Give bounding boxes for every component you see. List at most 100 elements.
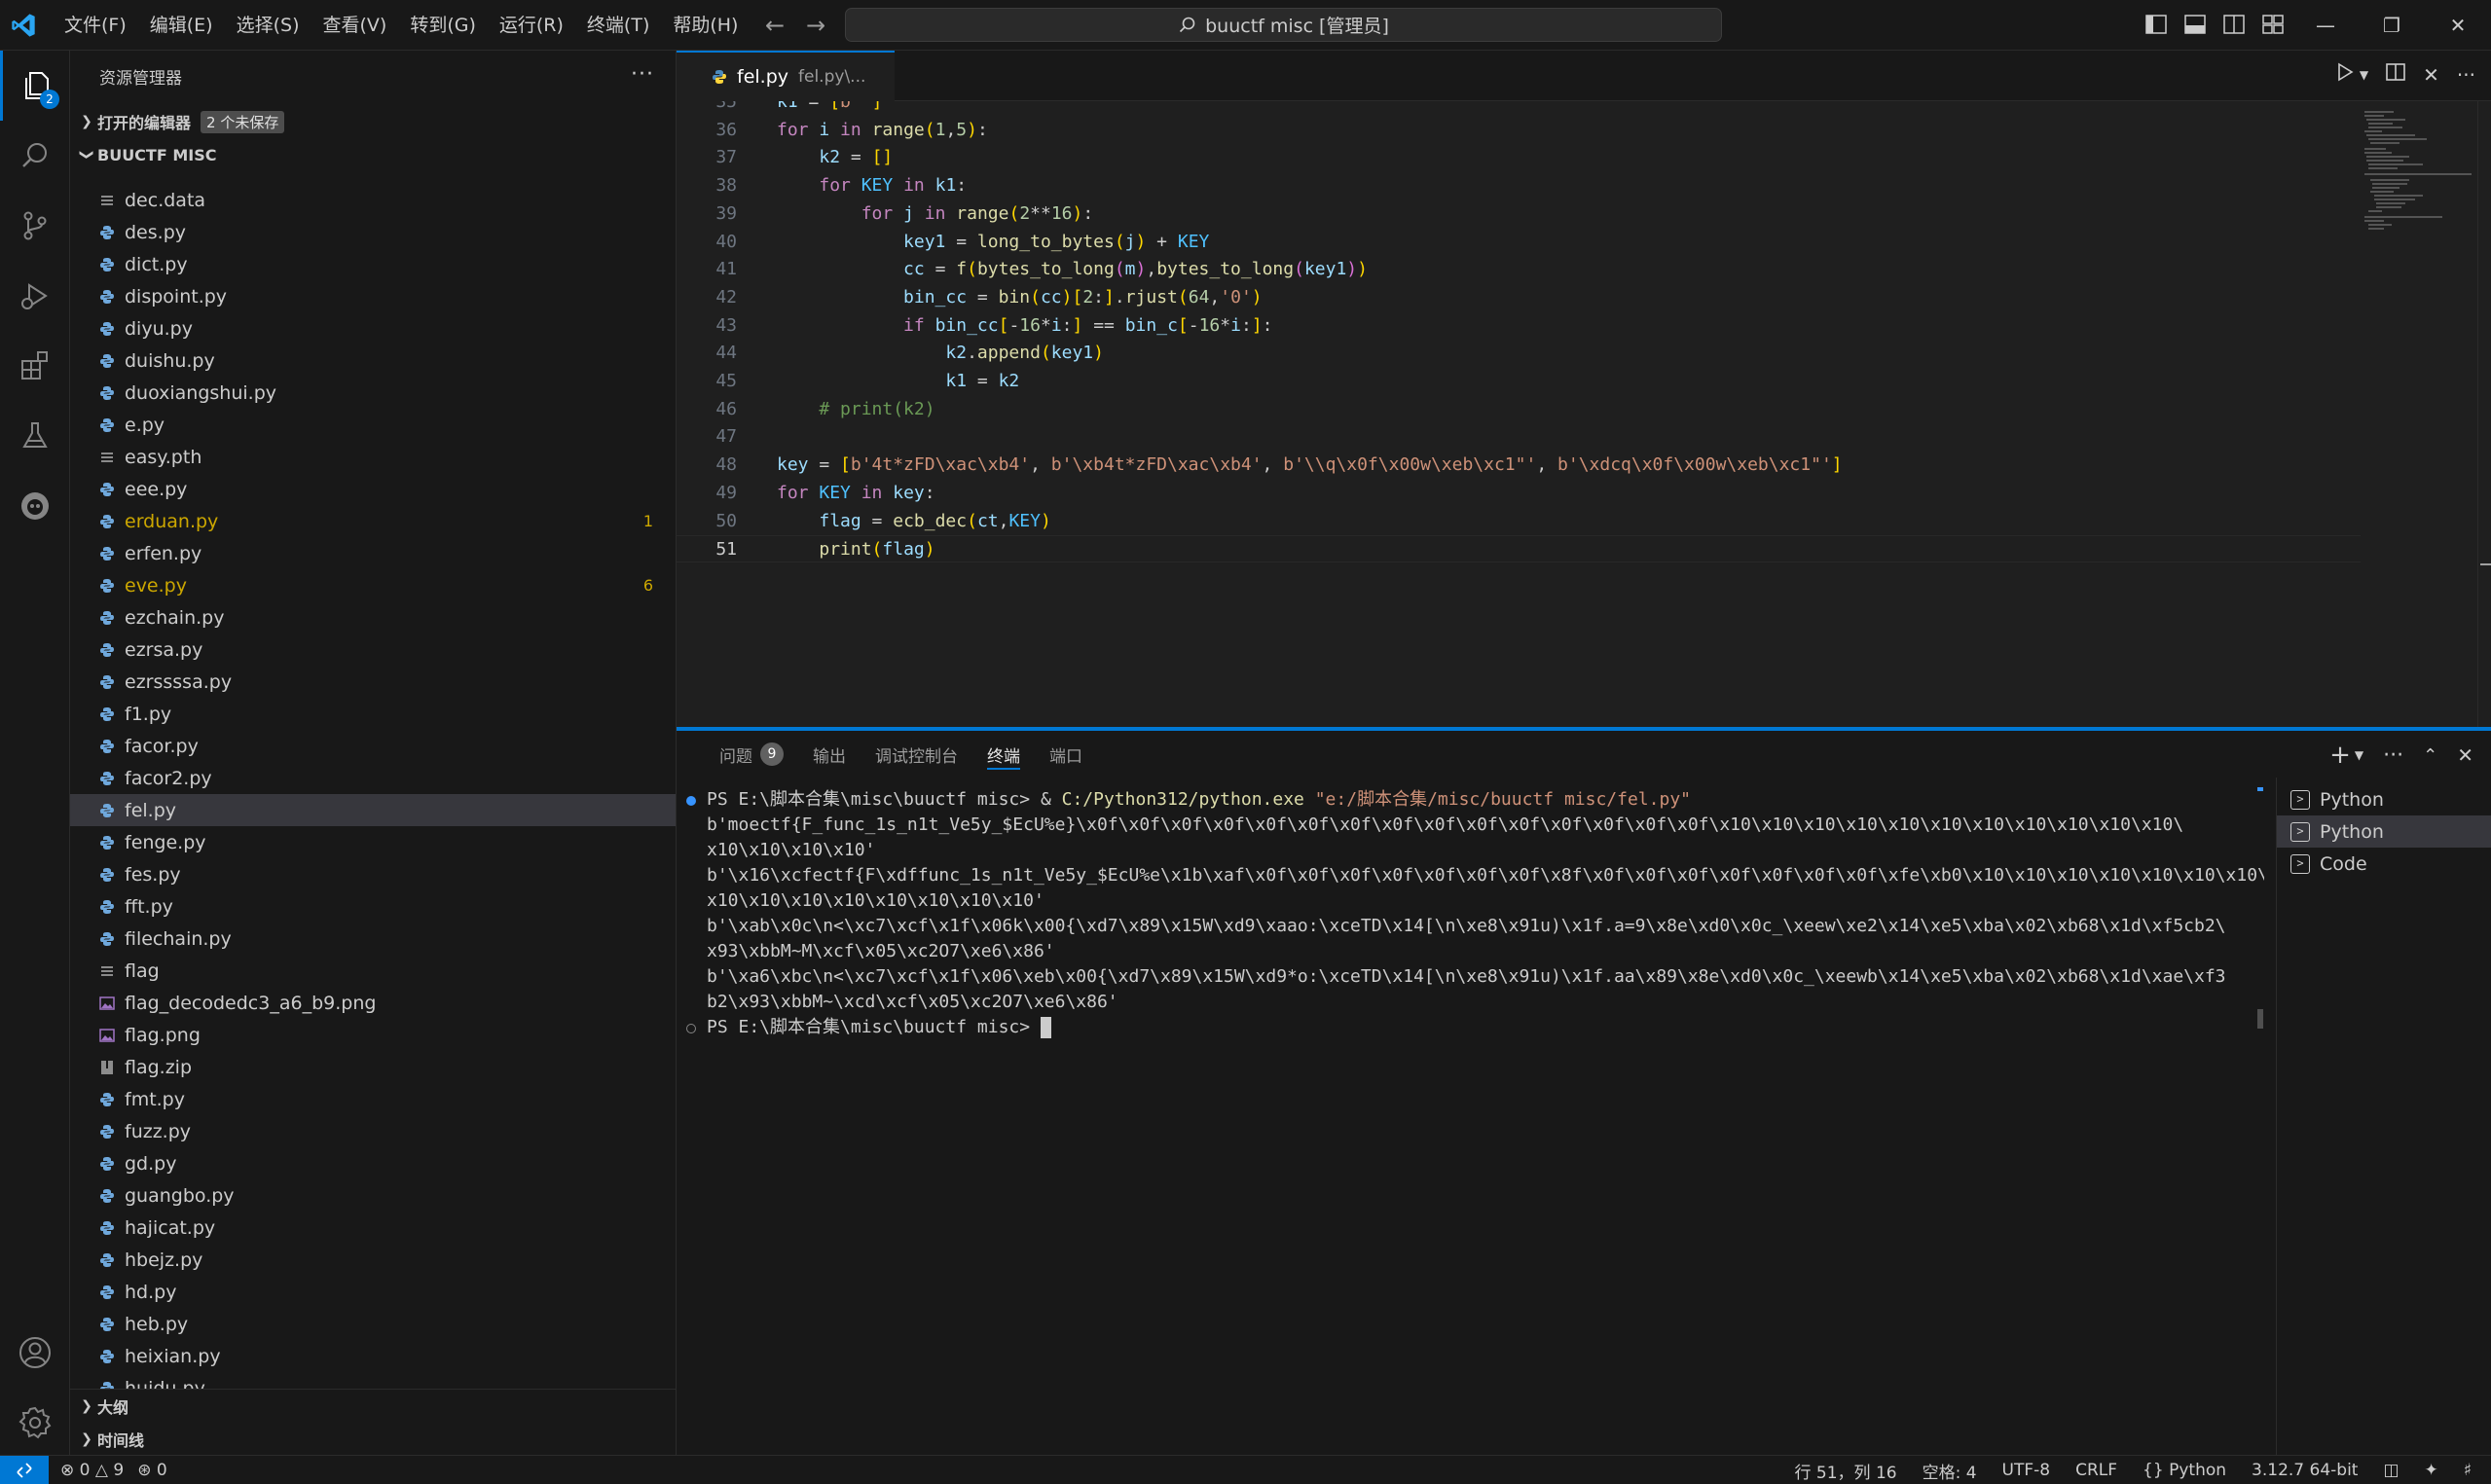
file-tree-item[interactable]: fmt.py (70, 1083, 676, 1115)
run-debug-icon[interactable] (0, 261, 70, 331)
search-icon[interactable] (0, 121, 70, 191)
file-tree-item[interactable]: gd.py (70, 1147, 676, 1179)
file-tree-item[interactable]: ezrsa.py (70, 633, 676, 666)
toggle-primary-sidebar-icon[interactable] (2142, 10, 2171, 39)
file-tree-item[interactable]: fel.py (70, 794, 676, 826)
menu-run[interactable]: 运行(R) (488, 9, 575, 42)
folder-section[interactable]: ❯ BUUCTF MISC (70, 138, 676, 171)
file-tree-item[interactable]: fuzz.py (70, 1115, 676, 1147)
file-tree-item[interactable]: erduan.py 1 (70, 505, 676, 537)
toggle-panel-icon[interactable] (2180, 10, 2210, 39)
open-editors-section[interactable]: ❯ 打开的编辑器 2 个未保存 (70, 105, 676, 138)
file-tree-item[interactable]: fes.py (70, 858, 676, 890)
language-mode[interactable]: {} Python (2143, 1461, 2226, 1480)
file-tree-item[interactable]: dec.data (70, 192, 676, 216)
menu-terminal[interactable]: 终端(T) (575, 9, 661, 42)
file-tree-item[interactable]: guangbo.py (70, 1179, 676, 1212)
file-icon[interactable]: ◫ (2383, 1461, 2399, 1480)
code-editor[interactable]: 35 k1 = [b''] 36 for i in range(1,5): 37 k2 … (677, 101, 2491, 727)
remote-explorer-icon[interactable] (0, 471, 70, 541)
file-tree-item[interactable]: dict.py (70, 248, 676, 280)
back-arrow-icon[interactable]: ← (759, 10, 790, 41)
toggle-secondary-sidebar-icon[interactable] (2219, 10, 2249, 39)
file-tree-item[interactable]: eee.py (70, 473, 676, 505)
file-tree-item[interactable]: easy.pth (70, 441, 676, 473)
command-success-dot-icon[interactable] (686, 796, 696, 806)
run-python-icon[interactable] (2336, 62, 2354, 87)
split-editor-icon[interactable] (2386, 62, 2405, 87)
file-tree-item[interactable]: erfen.py (70, 537, 676, 569)
remote-indicator-icon[interactable] (0, 1456, 49, 1484)
close-editor-icon[interactable]: ✕ (2423, 63, 2439, 87)
problems-status[interactable]: ⊗ 0 △ 9 (60, 1461, 124, 1480)
minimize-icon[interactable]: — (2292, 0, 2359, 51)
file-tree-item[interactable]: diyu.py (70, 312, 676, 344)
file-tree-item[interactable]: duishu.py (70, 344, 676, 377)
command-pending-dot-icon[interactable] (686, 1024, 696, 1033)
menu-view[interactable]: 查看(V) (311, 9, 399, 42)
account-icon[interactable] (0, 1318, 70, 1388)
terminal[interactable]: PS E:\脚本合集\misc\buuctf misc> & C:/Python… (677, 787, 2268, 1449)
menu-help[interactable]: 帮助(H) (661, 9, 750, 42)
settings-gear-icon[interactable] (0, 1388, 70, 1458)
menu-selection[interactable]: 选择(S) (225, 9, 311, 42)
file-tree-item[interactable]: duoxiangshui.py (70, 377, 676, 409)
timeline-section[interactable]: ❯ 时间线 (70, 1423, 676, 1455)
file-tree-item[interactable]: flag_decodedc3_a6_b9.png (70, 987, 676, 1019)
tab-problems[interactable]: 问题 9 (706, 731, 797, 778)
file-tree-item[interactable]: facor.py (70, 730, 676, 762)
tab-terminal[interactable]: 终端 (973, 731, 1034, 778)
file-tree-item[interactable]: des.py (70, 216, 676, 248)
terminal-instance-python-active[interactable]: > Python (2277, 815, 2491, 848)
file-tree-item[interactable]: heixian.py (70, 1340, 676, 1372)
terminal-instance-code[interactable]: > Code (2277, 848, 2491, 880)
notifications-bell-icon[interactable]: ♯ (2464, 1461, 2472, 1480)
tab-fel-py[interactable]: fel.py fel.py\... (677, 51, 896, 101)
testing-flask-icon[interactable] (0, 401, 70, 471)
file-tree-item[interactable]: flag.png (70, 1019, 676, 1051)
more-actions-icon[interactable]: ··· (2383, 743, 2403, 768)
indentation[interactable]: 空格: 4 (1923, 1459, 1977, 1483)
close-panel-icon[interactable]: ✕ (2457, 743, 2473, 767)
command-center-search[interactable]: buuctf misc [管理员] (845, 8, 1722, 42)
file-tree-item[interactable]: hajicat.py (70, 1212, 676, 1244)
file-tree-item[interactable]: flag (70, 955, 676, 987)
source-control-icon[interactable] (0, 191, 70, 261)
file-tree-item[interactable]: eve.py 6 (70, 569, 676, 601)
close-icon[interactable]: ✕ (2425, 0, 2491, 51)
file-tree-item[interactable]: fft.py (70, 890, 676, 923)
file-tree-item[interactable]: ezchain.py (70, 601, 676, 633)
file-tree-item[interactable]: ezrssssa.py (70, 666, 676, 698)
outline-section[interactable]: ❯ 大纲 (70, 1390, 676, 1423)
minimap[interactable] (2361, 101, 2477, 727)
more-actions-icon[interactable]: ··· (631, 62, 654, 87)
cursor-position[interactable]: 行 51，列 16 (1795, 1459, 1897, 1483)
more-actions-icon[interactable]: ··· (2457, 63, 2475, 87)
forward-arrow-icon[interactable]: → (800, 10, 831, 41)
file-tree-item[interactable]: flag.zip (70, 1051, 676, 1083)
file-tree-item[interactable]: hbejz.py (70, 1244, 676, 1276)
maximize-panel-icon[interactable]: ⌃ (2423, 745, 2437, 766)
file-tree-item[interactable]: hd.py (70, 1276, 676, 1308)
ports-status[interactable]: ⊛ 0 (137, 1461, 166, 1480)
new-terminal-icon[interactable]: + (2329, 741, 2351, 770)
customize-layout-icon[interactable] (2258, 10, 2288, 39)
terminal-scrollbar[interactable] (2253, 787, 2267, 1459)
tab-debug-console[interactable]: 调试控制台 (861, 731, 971, 778)
editor-scrollbar[interactable] (2477, 101, 2491, 727)
chevron-down-icon[interactable]: ▼ (2355, 748, 2363, 762)
chevron-down-icon[interactable]: ▼ (2360, 68, 2368, 82)
menu-edit[interactable]: 编辑(E) (138, 9, 225, 42)
menu-file[interactable]: 文件(F) (53, 9, 138, 42)
encoding[interactable]: UTF-8 (2002, 1461, 2051, 1480)
file-tree-item[interactable]: e.py (70, 409, 676, 441)
file-tree-item[interactable]: filechain.py (70, 923, 676, 955)
file-tree-item[interactable]: facor2.py (70, 762, 676, 794)
file-tree-item[interactable]: dispoint.py (70, 280, 676, 312)
explorer-icon[interactable]: 2 (0, 51, 70, 121)
copilot-icon[interactable]: ✦ (2425, 1461, 2438, 1480)
menu-go[interactable]: 转到(G) (398, 9, 488, 42)
extensions-icon[interactable] (0, 331, 70, 401)
file-tree-item[interactable]: f1.py (70, 698, 676, 730)
terminal-instance-python[interactable]: > Python (2277, 783, 2491, 815)
